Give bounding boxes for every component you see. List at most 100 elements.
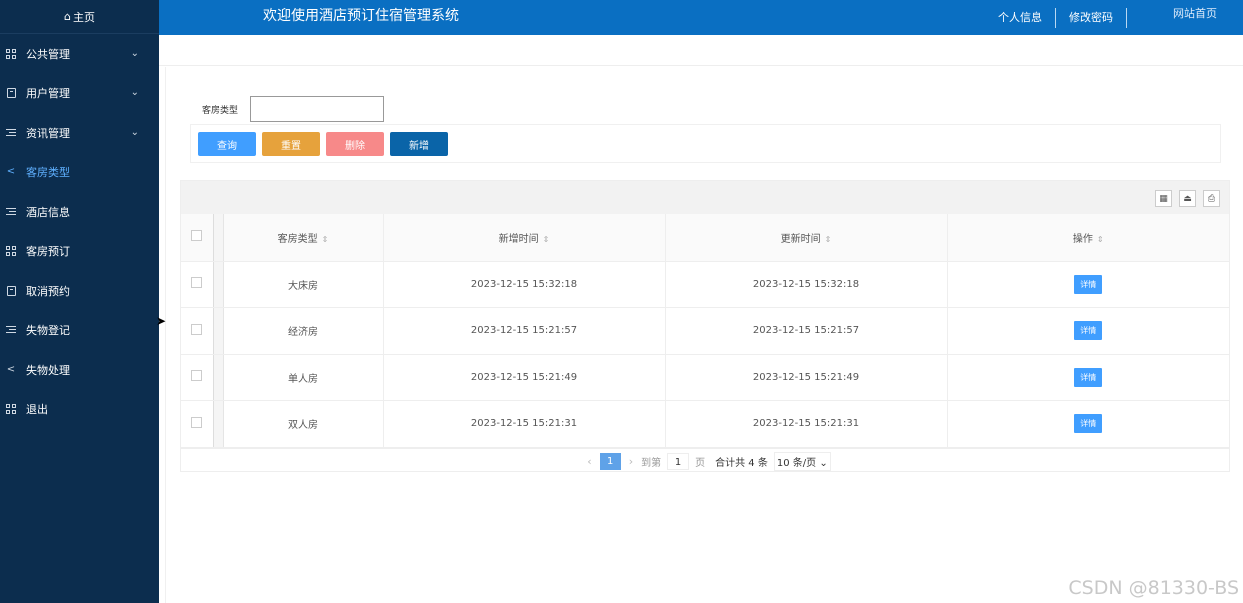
column-header-action[interactable]: 操作 ⇕: [947, 214, 1230, 262]
room-type-input[interactable]: [250, 96, 385, 122]
table-row: 大床房 2023-12-15 15:32:18 2023-12-15 15:32…: [181, 261, 1230, 308]
list-icon: [5, 127, 17, 139]
sidebar-item-public[interactable]: 公共管理 ⌄: [0, 34, 159, 74]
cell-updated: 2023-12-15 15:32:18: [665, 261, 948, 308]
sidebar-item-label: 失物处理: [26, 363, 70, 377]
detail-button[interactable]: 详情: [1074, 274, 1103, 294]
sort-icon: ⇕: [542, 234, 550, 244]
sidebar: ⌂ 主页 公共管理 ⌄ 用户管理 ⌄ 资讯管理 ⌄ < 客房类型 酒店信息 客房…: [0, 0, 159, 603]
add-button[interactable]: 新增: [390, 132, 448, 156]
table-toolbar: ▦ ⏏ ⎙: [181, 181, 1229, 214]
query-button[interactable]: 查询: [198, 132, 256, 156]
current-page[interactable]: 1: [599, 452, 621, 470]
export-icon[interactable]: ⏏: [1179, 190, 1196, 207]
search-label: 客房类型: [202, 105, 239, 116]
sidebar-home[interactable]: ⌂ 主页: [0, 0, 159, 34]
next-page-icon[interactable]: ›: [629, 455, 633, 468]
column-header-created[interactable]: 新增时间 ⇕: [383, 214, 666, 262]
total-count: 合计共 4 条: [715, 457, 768, 469]
header: 欢迎使用酒店预订住宿管理系统 个人信息 修改密码 网站首页: [159, 0, 1243, 35]
cell-updated: 2023-12-15 15:21:57: [665, 307, 948, 355]
sort-icon: ⇕: [824, 234, 832, 244]
cell-created: 2023-12-15 15:21:49: [383, 354, 666, 401]
row-select-cell: [181, 400, 214, 448]
list-icon: [5, 324, 17, 336]
chevron-down-icon: ⌄: [130, 47, 139, 59]
cell-created: 2023-12-15 15:32:18: [383, 261, 666, 308]
sidebar-item-label: 取消预约: [26, 284, 70, 298]
detail-button[interactable]: 详情: [1074, 321, 1103, 341]
table-row: 经济房 2023-12-15 15:21:57 2023-12-15 15:21…: [181, 307, 1230, 355]
cell-action: 详情: [947, 400, 1230, 448]
search-row: 客房类型: [202, 96, 385, 122]
page-size-select[interactable]: 10 条/页 ⌄: [773, 451, 831, 471]
sidebar-item-label: 客房预订: [26, 245, 70, 259]
cell-room-type: 经济房: [223, 307, 384, 355]
grid-icon: [5, 403, 17, 415]
sidebar-item-room-booking[interactable]: 客房预订: [0, 232, 159, 272]
cell-room-type: 大床房: [223, 261, 384, 308]
column-header-room-type[interactable]: 客房类型 ⇕: [223, 214, 384, 262]
select-all-checkbox[interactable]: [191, 230, 203, 242]
cell-created: 2023-12-15 15:21:31: [383, 400, 666, 448]
cell-room-type: 双人房: [223, 400, 384, 448]
page-unit: 页: [695, 457, 706, 469]
sidebar-item-lost-register[interactable]: 失物登记: [0, 311, 159, 351]
print-icon[interactable]: ⎙: [1203, 190, 1220, 207]
table-gap: [213, 354, 224, 401]
header-links: 个人信息 修改密码 网站首页: [985, 0, 1243, 35]
column-header-updated[interactable]: 更新时间 ⇕: [665, 214, 948, 262]
chevron-down-icon: ⌄: [819, 457, 828, 469]
grid-icon: [5, 245, 17, 257]
row-select-cell: [181, 307, 214, 355]
cell-action: 详情: [947, 354, 1230, 401]
table: 客房类型 ⇕ 新增时间 ⇕ 更新时间 ⇕ 操作 ⇕ 大床房 2023-12-15 15:…: [181, 214, 1230, 448]
mouse-cursor-icon: ➤: [156, 314, 167, 328]
list-icon: [5, 206, 17, 218]
sort-icon: ⇕: [321, 234, 329, 244]
sidebar-item-hotel-info[interactable]: 酒店信息: [0, 192, 159, 232]
cell-action: 详情: [947, 261, 1230, 308]
sidebar-item-logout[interactable]: 退出: [0, 390, 159, 430]
cell-updated: 2023-12-15 15:21:49: [665, 354, 948, 401]
sidebar-item-news[interactable]: 资讯管理 ⌄: [0, 113, 159, 153]
profile-link[interactable]: 个人信息: [985, 7, 1056, 28]
reset-button[interactable]: 重置: [262, 132, 320, 156]
table-row: 双人房 2023-12-15 15:21:31 2023-12-15 15:21…: [181, 400, 1230, 448]
cell-updated: 2023-12-15 15:21:31: [665, 400, 948, 448]
sidebar-item-label: 酒店信息: [26, 205, 70, 219]
watermark: CSDN @81330-BS: [1068, 577, 1239, 599]
delete-button[interactable]: 删除: [326, 132, 384, 156]
cell-action: 详情: [947, 307, 1230, 355]
table-header-row: 客房类型 ⇕ 新增时间 ⇕ 更新时间 ⇕ 操作 ⇕: [181, 214, 1230, 262]
sidebar-home-label: 主页: [72, 10, 95, 24]
book-icon: [5, 87, 17, 99]
table-row: 单人房 2023-12-15 15:21:49 2023-12-15 15:21…: [181, 354, 1230, 401]
row-checkbox[interactable]: [191, 277, 203, 289]
sidebar-item-label: 用户管理: [26, 87, 70, 101]
prev-page-icon[interactable]: ‹: [587, 455, 591, 468]
share-icon: <: [6, 363, 16, 375]
table-gap: [213, 214, 224, 262]
action-bar: 查询 重置 删除 新增: [190, 124, 1221, 163]
detail-button[interactable]: 详情: [1074, 414, 1103, 434]
row-checkbox[interactable]: [191, 416, 203, 428]
table-gap: [213, 261, 224, 308]
row-checkbox[interactable]: [191, 370, 203, 382]
main-content: 客房类型 查询 重置 删除 新增 ▦ ⏏ ⎙ 客房类型 ⇕ 新增时间 ⇕ 更新时…: [159, 35, 1243, 603]
table-gap: [213, 400, 224, 448]
sidebar-item-users[interactable]: 用户管理 ⌄: [0, 74, 159, 114]
change-password-link[interactable]: 修改密码: [1056, 7, 1127, 28]
goto-page-input[interactable]: 1: [667, 452, 690, 470]
columns-icon[interactable]: ▦: [1155, 190, 1172, 207]
chevron-down-icon: ⌄: [130, 126, 139, 138]
cell-room-type: 单人房: [223, 354, 384, 401]
site-home-link[interactable]: 网站首页: [1127, 4, 1243, 24]
sidebar-item-cancel-booking[interactable]: 取消预约: [0, 271, 159, 311]
sidebar-item-room-type[interactable]: < 客房类型: [0, 153, 159, 193]
detail-button[interactable]: 详情: [1074, 367, 1103, 387]
row-checkbox[interactable]: [191, 323, 203, 335]
sidebar-item-lost-handle[interactable]: < 失物处理: [0, 350, 159, 390]
tab-bar: [159, 35, 1243, 66]
goto-label: 到第: [641, 457, 662, 469]
